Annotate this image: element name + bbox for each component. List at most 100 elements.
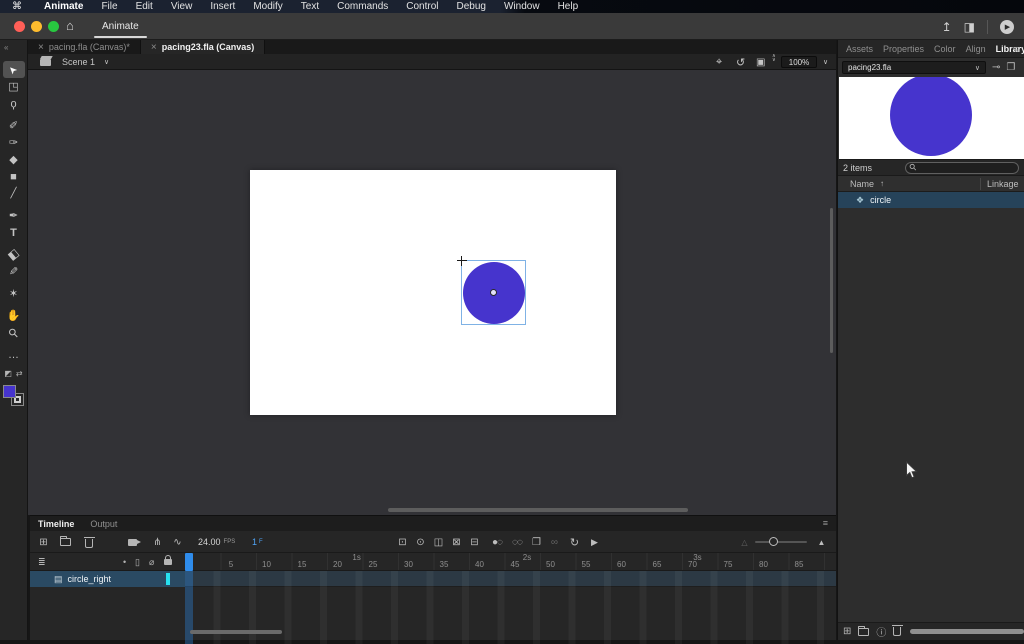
advanced-ease-icon[interactable]: ∿ — [170, 531, 184, 553]
current-frame-indicator[interactable]: 1 F — [252, 531, 263, 553]
menu-item[interactable]: File — [101, 1, 117, 12]
auto-keyframe-icon[interactable]: ⊠ — [449, 531, 463, 553]
panel-tab[interactable]: Assets — [846, 44, 873, 54]
center-stage-icon[interactable]: ⌖ — [716, 54, 722, 70]
menu-item[interactable]: Insert — [210, 1, 235, 12]
classic-brush-tool[interactable]: ✑ — [3, 134, 25, 151]
menu-item[interactable]: View — [171, 1, 193, 12]
loop-icon[interactable]: ↻ — [567, 531, 581, 553]
menu-item[interactable]: Debug — [457, 1, 486, 12]
new-library-panel-icon[interactable]: ❐ — [1006, 62, 1015, 73]
clip-content-icon[interactable]: ▣ — [756, 54, 765, 70]
fps-control[interactable]: 24.00 FPS — [198, 531, 235, 553]
chevron-down-icon[interactable]: ∨ — [104, 54, 109, 70]
item-properties-icon[interactable]: ⓘ — [876, 624, 886, 639]
menu-item[interactable]: Text — [301, 1, 319, 12]
text-tool[interactable]: T — [3, 224, 25, 241]
column-divider[interactable] — [980, 178, 981, 190]
insert-frame-icon[interactable]: ◫ — [431, 531, 445, 553]
sort-ascending-icon[interactable]: ↑ — [880, 179, 884, 188]
free-transform-tool[interactable]: ◳ — [3, 78, 25, 95]
window-minimize-button[interactable] — [31, 21, 42, 32]
pin-library-icon[interactable]: ⊸ — [992, 62, 1000, 73]
onion-skin-outlines-icon[interactable]: ◌◌ — [509, 531, 525, 553]
library-horizontal-scrollbar[interactable] — [910, 629, 1024, 634]
edit-scene-icon[interactable] — [40, 54, 51, 70]
playhead[interactable] — [185, 553, 193, 571]
eraser-tool[interactable]: ◆ — [3, 151, 25, 168]
new-folder-icon[interactable] — [858, 623, 869, 641]
collapse-panel-icon[interactable]: « — [0, 40, 27, 54]
timeline-panel-tab[interactable]: Timeline — [38, 519, 74, 529]
lasso-tool[interactable]: ϙ — [3, 95, 25, 112]
frame-size-large-icon[interactable]: ▲ — [815, 531, 827, 553]
frame-size-small-icon[interactable]: △ — [738, 531, 750, 553]
layers-icon[interactable]: ≣ — [38, 553, 46, 571]
menu-item[interactable]: Help — [558, 1, 579, 12]
selection-tool[interactable]: ➤ — [3, 61, 25, 78]
layer-parenting-icon[interactable]: ⋔ — [150, 531, 164, 553]
more-tools[interactable]: … — [3, 346, 25, 363]
zoom-tool[interactable]: ⚲ — [3, 324, 25, 341]
pen-tool[interactable]: ✒ — [3, 207, 25, 224]
frames-grid[interactable] — [185, 571, 836, 644]
rectangle-tool[interactable]: ■ — [3, 168, 25, 185]
new-layer-icon[interactable]: ⊞ — [36, 531, 50, 553]
eyedropper-tool[interactable]: ✎ — [3, 263, 25, 280]
play-icon[interactable]: ▶ — [587, 531, 601, 553]
insert-keyframe-icon[interactable]: ⊡ — [395, 531, 409, 553]
line-tool[interactable]: ╱ — [3, 185, 25, 202]
fluid-brush-tool[interactable]: ✐ — [3, 117, 25, 134]
test-movie-button[interactable]: ▶ — [1000, 20, 1014, 34]
library-document-select[interactable]: pacing23.fla ∨ — [842, 61, 986, 74]
swap-colors-icon[interactable]: ⇄ — [16, 369, 23, 378]
frame-size-slider[interactable] — [755, 541, 807, 543]
menu-item[interactable]: Window — [504, 1, 540, 12]
scene-name[interactable]: Scene 1 — [62, 54, 95, 70]
hide-all-layers-icon[interactable]: ⌀ — [149, 553, 154, 571]
panel-menu-icon[interactable]: ≡ — [1014, 44, 1019, 54]
panel-tab[interactable]: Library — [996, 44, 1024, 54]
column-name[interactable]: Name — [850, 179, 874, 189]
close-tab-icon[interactable]: × — [151, 42, 157, 53]
fill-color-swatch[interactable] — [3, 385, 16, 398]
canvas-vertical-scrollbar[interactable] — [830, 208, 833, 353]
slider-knob[interactable] — [769, 537, 778, 546]
canvas-pasteboard[interactable] — [28, 70, 836, 515]
window-zoom-button[interactable] — [48, 21, 59, 32]
canvas-horizontal-scrollbar[interactable] — [388, 508, 688, 512]
column-linkage[interactable]: Linkage — [987, 179, 1019, 189]
remove-frame-icon[interactable]: ⊟ — [467, 531, 481, 553]
asset-warp-tool[interactable]: ✶ — [3, 285, 25, 302]
apple-menu-icon[interactable]: ⌘ — [12, 1, 22, 12]
layer-name[interactable]: circle_right — [68, 574, 112, 584]
delete-item-icon[interactable] — [893, 623, 901, 641]
menu-item[interactable]: Control — [406, 1, 438, 12]
circle[interactable]: ❖ circle — [838, 192, 1024, 208]
menu-item[interactable]: Animate — [44, 1, 83, 12]
share-icon[interactable]: ↥ — [942, 20, 952, 34]
stage[interactable] — [250, 170, 616, 415]
camera-icon[interactable] — [124, 531, 140, 553]
outline-column-icon[interactable]: ▯ — [135, 553, 140, 571]
timeline-ruler[interactable]: 1s2s3s 510152025303540455055606570758085 — [185, 553, 836, 571]
timeline-panel-tab[interactable]: Output — [90, 519, 117, 529]
insert-blank-keyframe-icon[interactable]: ⊙ — [413, 531, 427, 553]
new-folder-icon[interactable] — [58, 531, 72, 553]
home-icon[interactable]: ⌂ — [66, 18, 74, 33]
menu-item[interactable]: Commands — [337, 1, 388, 12]
delete-layer-icon[interactable] — [82, 531, 96, 553]
panel-tab[interactable]: Align — [966, 44, 986, 54]
new-symbol-icon[interactable]: ⊞ — [843, 626, 851, 637]
timeline-horizontal-scrollbar[interactable] — [190, 630, 282, 634]
paint-bucket-tool[interactable]: ◧ — [3, 246, 25, 263]
panel-tab[interactable]: Color — [934, 44, 956, 54]
panel-tab[interactable]: Properties — [883, 44, 924, 54]
default-colors-icon[interactable]: ◩ — [4, 369, 12, 378]
window-close-button[interactable] — [14, 21, 25, 32]
document-tab[interactable]: × pacing23.fla (Canvas) — [141, 40, 265, 54]
app-tab-animate[interactable]: Animate — [88, 13, 153, 40]
rotate-canvas-icon[interactable]: ↺ — [736, 54, 745, 70]
layer-outline-color-swatch[interactable] — [166, 573, 170, 585]
workspace-icon[interactable]: ◨ — [964, 20, 975, 34]
